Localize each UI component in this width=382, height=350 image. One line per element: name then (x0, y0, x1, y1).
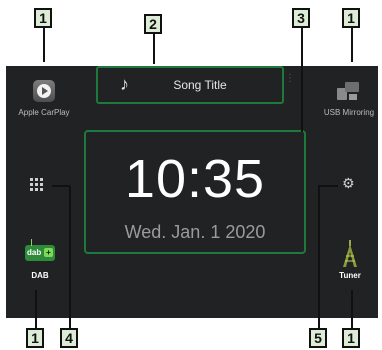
apple-carplay-label: Apple CarPlay (18, 108, 70, 117)
carplay-icon (33, 80, 55, 102)
usb-mirroring-label: USB Mirroring (323, 108, 375, 117)
song-title: Song Title (173, 78, 227, 92)
clock-time: 10:35 (124, 149, 266, 209)
callout-3: 3 (292, 8, 310, 28)
callout-line (318, 185, 338, 187)
callout-line (351, 28, 353, 62)
callout-1-top-right: 1 (342, 8, 360, 28)
tuner-shortcut[interactable]: Tuner (322, 240, 378, 281)
grid-icon[interactable] (30, 178, 48, 192)
callout-line (43, 28, 45, 62)
now-playing-panel[interactable]: ♪ Song Title (96, 66, 284, 104)
more-dots-icon: ⋮ (285, 73, 295, 84)
antenna-tower-icon (340, 240, 360, 268)
usb-mirroring-shortcut[interactable]: USB Mirroring (318, 80, 380, 118)
dab-label: DAB (31, 271, 49, 280)
callout-1-bottom-right: 1 (342, 328, 360, 348)
clock-date: Wed. Jan. 1 2020 (124, 222, 266, 242)
callout-line (351, 290, 353, 330)
callout-1-bottom-left: 1 (26, 328, 44, 348)
usb-mirroring-icon (337, 80, 361, 102)
callout-line (153, 34, 155, 64)
tuner-label: Tuner (339, 271, 361, 280)
callout-line (301, 28, 303, 132)
callout-line (69, 186, 71, 328)
callout-line (318, 186, 320, 328)
callout-2: 2 (144, 14, 162, 34)
callout-5: 5 (309, 328, 327, 348)
music-note-icon: ♪ (120, 74, 129, 94)
callout-line (52, 185, 70, 187)
dab-shortcut[interactable]: dab + DAB (14, 239, 66, 281)
manual-illustration: Apple CarPlay USB Mirroring ♪ Song Title… (0, 0, 382, 350)
callout-line (35, 290, 37, 330)
callout-1-top-left: 1 (34, 8, 52, 28)
dab-icon: dab + (25, 239, 55, 261)
clock-widget[interactable]: 10:35 Wed. Jan. 1 2020 (84, 130, 306, 254)
callout-4: 4 (60, 328, 78, 348)
apple-carplay-shortcut[interactable]: Apple CarPlay (6, 80, 82, 118)
gear-icon[interactable]: ⚙ (342, 176, 356, 190)
